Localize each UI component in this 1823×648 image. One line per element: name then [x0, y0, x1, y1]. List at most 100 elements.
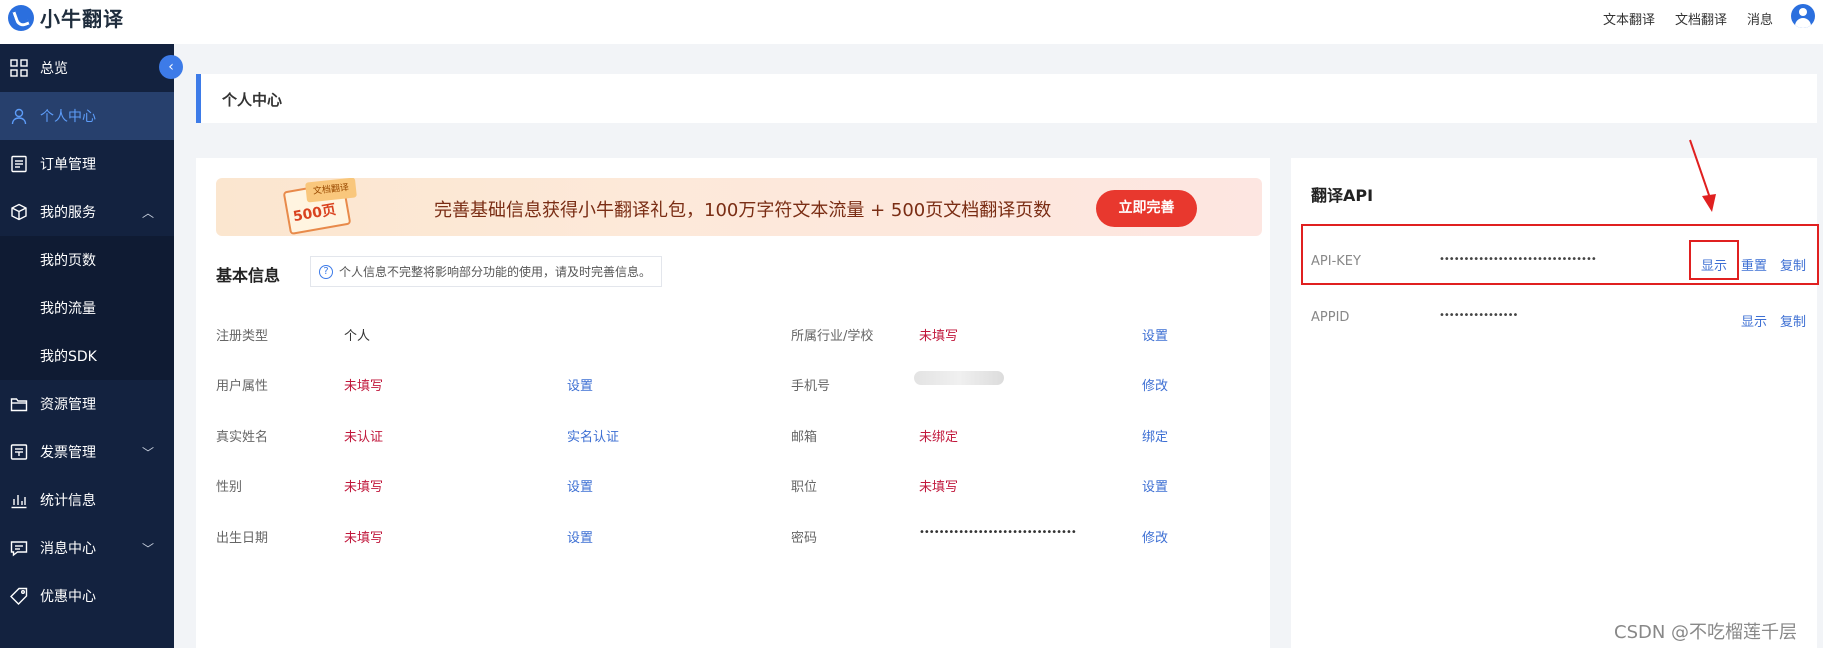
invoice-icon — [10, 443, 28, 461]
sidebar-item-label: 总览 — [40, 61, 68, 77]
sidebar-item-message-center[interactable]: 消息中心 ﹀ — [0, 524, 174, 572]
watermark: CSDN @不吃榴莲千层 — [1614, 622, 1798, 643]
chevron-down-icon: ﹀ — [141, 542, 154, 556]
edit-password-link[interactable]: 修改 — [1142, 527, 1168, 546]
info-hint: ? 个人信息不完整将影响部分功能的使用，请及时完善信息。 — [310, 256, 663, 287]
field-label-birthday: 出生日期 — [216, 531, 269, 546]
chevron-down-icon: ﹀ — [141, 446, 154, 460]
field-label-phone: 手机号 — [791, 379, 831, 394]
reset-api-key-button[interactable]: 重置 — [1741, 255, 1767, 274]
bind-email-link[interactable]: 绑定 — [1142, 426, 1168, 445]
field-value-email: 未绑定 — [919, 430, 959, 445]
sidebar-item-invoices[interactable]: 发票管理 ﹀ — [0, 428, 174, 476]
field-label-position: 职位 — [791, 480, 818, 495]
api-key-label: API-KEY — [1311, 254, 1361, 269]
sidebar-item-label: 统计信息 — [40, 493, 96, 509]
field-label-email: 邮箱 — [791, 430, 818, 445]
sidebar-item-label: 订单管理 — [40, 157, 96, 173]
message-icon — [10, 539, 28, 557]
field-label-real-name: 真实姓名 — [216, 430, 269, 445]
logo-icon — [8, 4, 34, 31]
set-industry-link[interactable]: 设置 — [1142, 325, 1168, 344]
edit-phone-link[interactable]: 修改 — [1142, 375, 1168, 394]
field-value-position: 未填写 — [919, 480, 959, 495]
set-gender-link[interactable]: 设置 — [567, 476, 593, 495]
copy-appid-button[interactable]: 复制 — [1780, 311, 1806, 330]
ticket-label: 500页 — [291, 201, 338, 226]
sidebar-item-label: 消息中心 — [40, 541, 96, 557]
nav-text-translate[interactable]: 文本翻译 — [1603, 9, 1655, 28]
hint-text: 个人信息不完整将影响部分功能的使用，请及时完善信息。 — [339, 265, 652, 279]
sidebar-item-label: 我的SDK — [40, 349, 97, 365]
user-icon — [10, 107, 28, 125]
sidebar-item-my-pages[interactable]: 我的页数 — [0, 236, 174, 284]
phone-blurred — [914, 371, 1004, 385]
translate-api-card: 翻译API API-KEY ••••••••••••••••••••••••••… — [1291, 158, 1819, 648]
order-icon — [10, 155, 28, 173]
field-label-industry: 所属行业/学校 — [791, 329, 874, 344]
sidebar-item-orders[interactable]: 订单管理 — [0, 140, 174, 188]
top-nav: 文本翻译 文档翻译 消息 — [1603, 9, 1773, 28]
sidebar-item-personal-center[interactable]: 个人中心 — [0, 92, 174, 140]
banner-text: 完善基础信息获得小牛翻译礼包，100万字符文本流量 + 500页文档翻译页数 — [434, 200, 1052, 221]
sidebar-item-label: 我的流量 — [40, 301, 96, 317]
sidebar-item-resources[interactable]: 资源管理 — [0, 380, 174, 428]
show-api-key-button[interactable]: 显示 — [1701, 255, 1727, 274]
field-value-real-name: 未认证 — [344, 430, 384, 445]
question-icon: ? — [319, 264, 333, 279]
section-title: 基本信息 — [216, 266, 281, 285]
sidebar-item-my-services[interactable]: 我的服务 ︿ — [0, 188, 174, 236]
sidebar-item-label: 我的服务 — [40, 205, 96, 221]
logo[interactable]: 小牛翻译 — [8, 3, 124, 32]
folder-icon — [10, 395, 28, 413]
field-label-password: 密码 — [791, 531, 818, 546]
api-title: 翻译API — [1311, 186, 1374, 205]
arrow-annotation-icon — [1689, 139, 1716, 212]
show-appid-button[interactable]: 显示 — [1741, 311, 1767, 330]
sidebar-item-overview[interactable]: 总览 — [0, 44, 174, 92]
sidebar-item-discounts[interactable]: 优惠中心 — [0, 572, 174, 620]
sidebar-collapse-button[interactable]: ‹ — [159, 55, 183, 79]
page-title-card: 个人中心 — [196, 74, 1817, 123]
ticket-top-label: 文档翻译 — [305, 178, 357, 203]
sidebar-item-label: 资源管理 — [40, 397, 96, 413]
sidebar-item-label: 我的页数 — [40, 253, 96, 269]
sidebar-item-statistics[interactable]: 统计信息 — [0, 476, 174, 524]
logo-text: 小牛翻译 — [40, 7, 124, 31]
copy-api-key-button[interactable]: 复制 — [1780, 255, 1806, 274]
chart-icon — [10, 491, 28, 509]
nav-messages[interactable]: 消息 — [1747, 9, 1773, 28]
set-user-attr-link[interactable]: 设置 — [567, 375, 593, 394]
appid-label: APPID — [1311, 310, 1350, 325]
sidebar-item-label: 个人中心 — [40, 109, 96, 125]
api-key-value: •••••••••••••••••••••••••••••••• — [1439, 254, 1597, 265]
nav-doc-translate[interactable]: 文档翻译 — [1675, 9, 1727, 28]
basic-info-card: 500页 文档翻译 完善基础信息获得小牛翻译礼包，100万字符文本流量 + 50… — [196, 158, 1270, 648]
set-position-link[interactable]: 设置 — [1142, 476, 1168, 495]
field-value-user-attr: 未填写 — [344, 379, 384, 394]
sidebar-item-my-traffic[interactable]: 我的流量 — [0, 284, 174, 332]
tag-icon — [10, 587, 28, 605]
field-label-gender: 性别 — [216, 480, 243, 495]
field-value-password: •••••••••••••••••••••••••••••••• — [919, 527, 1077, 538]
service-icon — [10, 203, 28, 221]
field-value-industry: 未填写 — [919, 329, 959, 344]
verify-name-link[interactable]: 实名认证 — [567, 426, 619, 445]
field-value-reg-type: 个人 — [344, 329, 371, 344]
complete-now-button[interactable]: 立即完善 — [1096, 190, 1197, 227]
sidebar: 总览 个人中心 订单管理 我的服务 ︿ 我的页数 我的流量 我的SDK 资源管理 — [0, 44, 174, 648]
promo-banner: 500页 文档翻译 完善基础信息获得小牛翻译礼包，100万字符文本流量 + 50… — [216, 178, 1262, 236]
page-title: 个人中心 — [222, 91, 283, 109]
top-header: 小牛翻译 文本翻译 文档翻译 消息 — [0, 0, 1823, 44]
field-label-reg-type: 注册类型 — [216, 329, 269, 344]
sidebar-item-my-sdk[interactable]: 我的SDK — [0, 332, 174, 380]
chevron-left-icon: ‹ — [168, 59, 174, 75]
sidebar-item-label: 发票管理 — [40, 445, 96, 461]
field-label-user-attr: 用户属性 — [216, 379, 269, 394]
sidebar-item-label: 优惠中心 — [40, 589, 96, 605]
avatar[interactable] — [1791, 4, 1815, 28]
appid-value: •••••••••••••••• — [1439, 310, 1518, 321]
field-value-birthday: 未填写 — [344, 531, 384, 546]
set-birthday-link[interactable]: 设置 — [567, 527, 593, 546]
chevron-up-icon: ︿ — [141, 206, 154, 220]
